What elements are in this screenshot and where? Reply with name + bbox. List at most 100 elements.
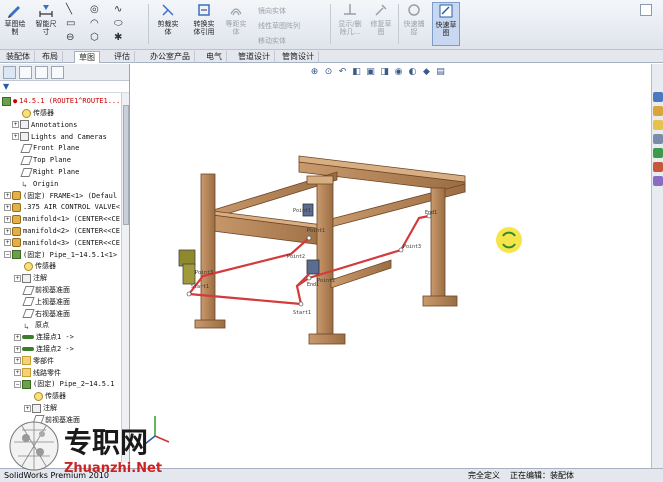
expand-icon[interactable]: + — [4, 227, 11, 235]
expand-icon[interactable]: + — [14, 369, 21, 377]
file-explorer-icon[interactable] — [653, 120, 663, 130]
sketch-button[interactable]: 草图绘 制 — [2, 2, 28, 46]
line-icon[interactable]: ╲ — [66, 4, 72, 15]
tree-item[interactable]: + manifold<2> (CENTER<<CE — [4, 225, 120, 237]
search-icon[interactable] — [653, 134, 663, 144]
offset-entities-icon — [230, 8, 242, 16]
part-icon — [12, 191, 21, 201]
options-icon[interactable] — [640, 4, 652, 16]
error-icon: ● — [13, 97, 18, 105]
tree-item[interactable]: − (固定) Pipe_1~14.5.1<1> — [4, 249, 117, 261]
tree-item-label: 右视基准面 — [35, 309, 70, 318]
rectangle-icon[interactable]: ▭ — [66, 18, 75, 29]
expand-icon[interactable]: + — [14, 274, 21, 282]
filter-icon[interactable]: ▼ — [3, 82, 9, 91]
tree-item[interactable]: + manifold<1> (CENTER<<CE — [4, 213, 120, 225]
tree-item-label: Annotations — [31, 120, 78, 129]
assembly-model[interactable]: Point1 Point2 Point3 Point1 Start1 Start… — [131, 64, 651, 468]
tree-item[interactable]: 前视基准面 — [14, 284, 70, 296]
expand-icon[interactable]: + — [4, 239, 11, 247]
tree-item[interactable]: ↳ Origin — [12, 178, 58, 190]
display-manager-tab-icon[interactable] — [51, 66, 64, 79]
feature-manager-tab-icon[interactable] — [3, 66, 16, 79]
convert-entities-button[interactable]: 转换实 体引用 — [186, 2, 222, 46]
arc-icon[interactable]: ◠ — [90, 18, 99, 29]
tree-item[interactable]: + 连接点2 -> — [14, 343, 74, 355]
tab-electrical[interactable]: 电气 — [202, 51, 227, 63]
expand-icon[interactable]: + — [12, 121, 19, 129]
spline-icon[interactable]: ∿ — [114, 4, 122, 15]
tree-item[interactable]: + 注解 — [14, 272, 47, 284]
repair-sketch-button[interactable]: 修复草 图 — [366, 2, 396, 46]
tree-scrollbar[interactable] — [121, 93, 129, 463]
expand-icon[interactable]: + — [4, 215, 11, 223]
tab-evaluate[interactable]: 评估 — [110, 51, 135, 63]
expand-icon[interactable]: + — [12, 133, 19, 141]
property-manager-tab-icon[interactable] — [19, 66, 32, 79]
quick-snaps-button[interactable]: 快速捕 捉 — [400, 2, 428, 46]
tree-item[interactable]: + Annotations — [12, 119, 77, 131]
expand-icon[interactable]: + — [4, 203, 11, 211]
tree-item[interactable]: − (固定) Pipe_2~14.5.1 — [14, 378, 114, 390]
tab-sketch[interactable]: 草图 — [74, 51, 100, 63]
collapse-icon[interactable]: − — [14, 380, 21, 388]
circle-icon[interactable]: ◎ — [90, 4, 99, 15]
ellipse-icon[interactable]: ⬭ — [114, 18, 123, 29]
command-manager-ribbon: 草图绘 制 智能尺 寸 ╲ ▭ ⊖ ◎ ◠ ⬡ ∿ ⬭ ✱ 剪裁实 体 转换实 … — [0, 0, 663, 50]
expand-icon[interactable]: + — [24, 404, 31, 412]
offset-entities-button[interactable]: 等距实 体 — [222, 2, 250, 46]
custom-properties-icon[interactable] — [653, 176, 663, 186]
tree-item[interactable]: ↳ 原点 — [14, 319, 49, 331]
configuration-manager-tab-icon[interactable] — [35, 66, 48, 79]
design-library-icon[interactable] — [653, 106, 663, 116]
subassembly-icon — [22, 379, 31, 389]
tree-root-assembly[interactable]: ● 14.5.1 (ROUTE1^ROUTE1... — [2, 95, 120, 107]
tree-root-label: 14.5.1 (ROUTE1^ROUTE1... — [19, 97, 121, 105]
tree-item[interactable]: Front Plane — [12, 142, 79, 154]
slot-icon[interactable]: ⊖ — [66, 32, 74, 43]
tab-tubing[interactable]: 管筒设计 — [278, 51, 319, 63]
graphics-area[interactable]: ⊕ ⊙ ↶ ◧ ▣ ◨ ◉ ◐ ◆ ▤ Point1 Point2 Point3… — [131, 64, 651, 468]
tree-item[interactable]: + (固定) FRAME<1> (Defaul — [4, 190, 117, 202]
display-delete-relations-button[interactable]: 显示/删 除几... — [334, 2, 366, 46]
collapse-icon[interactable]: − — [4, 251, 11, 259]
tree-item[interactable]: + Lights and Cameras — [12, 131, 107, 143]
tree-item[interactable]: 上视基准面 — [14, 296, 70, 308]
tree-item[interactable]: 传感器 — [24, 390, 66, 402]
expand-icon[interactable]: + — [14, 357, 21, 365]
sensor-icon — [22, 108, 31, 118]
tree-item[interactable]: + 线路零件 — [14, 367, 61, 379]
appearances-icon[interactable] — [653, 162, 663, 172]
solidworks-window: 草图绘 制 智能尺 寸 ╲ ▭ ⊖ ◎ ◠ ⬡ ∿ ⬭ ✱ 剪裁实 体 转换实 … — [0, 0, 663, 482]
expand-icon[interactable]: + — [14, 333, 21, 341]
tree-item[interactable]: + 连接点1 -> — [14, 331, 74, 343]
scrollbar-thumb[interactable] — [123, 105, 129, 225]
expand-icon[interactable]: + — [14, 345, 21, 353]
polygon-icon[interactable]: ⬡ — [90, 32, 99, 43]
smart-dimension-button[interactable]: 智能尺 寸 — [30, 2, 62, 46]
expand-icon[interactable]: + — [4, 192, 11, 200]
tree-item[interactable]: + manifold<3> (CENTER<<CE — [4, 237, 120, 249]
rapid-sketch-button[interactable]: 快速草 图 — [432, 2, 460, 46]
tree-item[interactable]: 传感器 — [14, 260, 56, 272]
frame-part[interactable] — [194, 155, 466, 345]
tree-item[interactable]: 传感器 — [12, 107, 54, 119]
trim-entities-button[interactable]: 剪裁实 体 — [152, 2, 184, 46]
tab-office-products[interactable]: 办公室产品 — [146, 51, 195, 63]
tree-item[interactable]: Top Plane — [12, 154, 71, 166]
tree-item-label: Top Plane — [33, 156, 71, 165]
view-palette-icon[interactable] — [653, 148, 663, 158]
tree-item[interactable]: + 零部件 — [14, 355, 54, 367]
point-icon[interactable]: ✱ — [114, 32, 122, 43]
mirror-entities-item[interactable]: 镜向实体 — [258, 6, 286, 16]
linear-pattern-item[interactable]: 线性草图阵列 — [258, 21, 300, 31]
tree-item-label: (固定) FRAME<1> (Defaul — [23, 191, 118, 200]
tab-layout[interactable]: 布局 — [38, 51, 63, 63]
tab-piping[interactable]: 管道设计 — [234, 51, 275, 63]
tree-item[interactable]: Right Plane — [12, 166, 79, 178]
resources-icon[interactable] — [653, 92, 663, 102]
tree-item[interactable]: + .375 AIR CONTROL VALVE< — [4, 201, 120, 213]
tree-item[interactable]: 右视基准面 — [14, 308, 70, 320]
tab-assembly[interactable]: 装配体 — [2, 51, 35, 63]
move-entities-item[interactable]: 移动实体 — [258, 36, 286, 46]
